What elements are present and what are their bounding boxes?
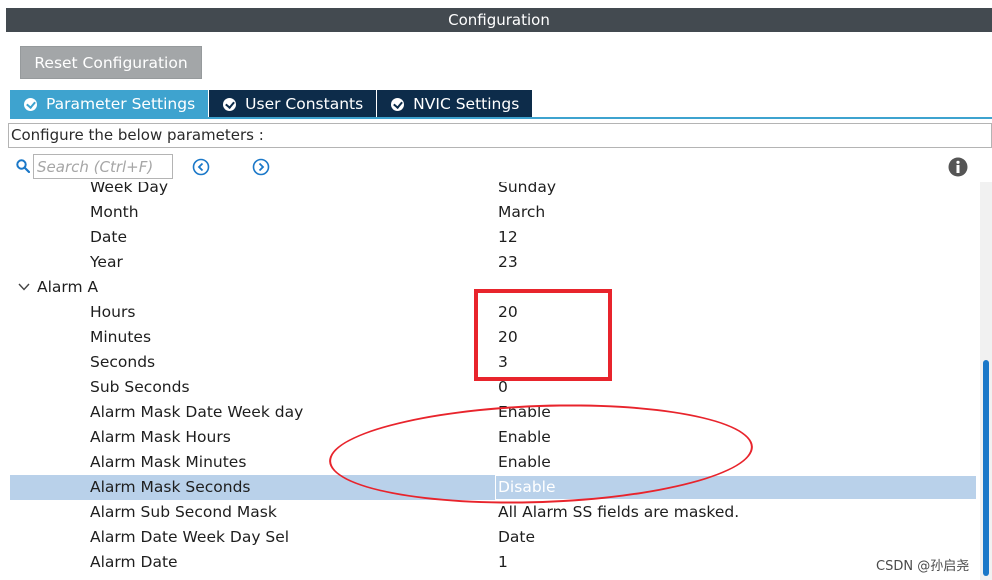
tree-row-seconds[interactable]: Seconds 3	[10, 350, 976, 375]
param-value[interactable]: Enable	[498, 425, 551, 450]
tree-row-date[interactable]: Date 12	[10, 225, 976, 250]
param-value[interactable]: Date	[498, 525, 535, 550]
tree-row-week-day[interactable]: Week Day Sunday	[10, 182, 976, 200]
tree-row-alarm-sub-second-mask[interactable]: Alarm Sub Second Mask All Alarm SS field…	[10, 500, 976, 525]
circle-arrow-left-icon[interactable]	[192, 158, 210, 176]
watermark: CSDN @孙启尧	[876, 559, 970, 574]
tree-row-month[interactable]: Month March	[10, 200, 976, 225]
tree-row-alarm-mask-hours[interactable]: Alarm Mask Hours Enable	[10, 425, 976, 450]
vertical-scrollbar[interactable]	[980, 182, 992, 580]
tab-underline	[10, 117, 992, 119]
param-name: Alarm Sub Second Mask	[90, 503, 277, 521]
tab-label: Parameter Settings	[46, 95, 196, 113]
param-value[interactable]: 23	[498, 250, 518, 275]
param-name: Seconds	[90, 353, 156, 371]
param-name: Alarm Date Week Day Sel	[90, 528, 290, 546]
reset-configuration-button[interactable]: Reset Configuration	[20, 46, 202, 79]
param-value[interactable]: 20	[498, 325, 518, 350]
tree-row-year[interactable]: Year 23	[10, 250, 976, 275]
param-name: Alarm Date	[90, 553, 178, 571]
param-value[interactable]: Sunday	[498, 182, 556, 200]
configure-hint: Configure the below parameters :	[8, 123, 992, 148]
param-name: Month	[90, 203, 139, 221]
tab-parameter-settings[interactable]: Parameter Settings	[10, 90, 210, 118]
search-input[interactable]	[33, 154, 173, 179]
param-name: Alarm Mask Seconds	[90, 478, 251, 496]
group-label: Alarm A	[37, 278, 99, 296]
circle-arrow-right-icon[interactable]	[252, 158, 270, 176]
tab-nvic-settings[interactable]: NVIC Settings	[377, 90, 534, 118]
param-value[interactable]: Enable	[498, 400, 551, 425]
param-name: Minutes	[90, 328, 152, 346]
check-circle-icon	[391, 97, 405, 111]
tree-row-alarm-mask-minutes[interactable]: Alarm Mask Minutes Enable	[10, 450, 976, 475]
chevron-down-icon[interactable]	[18, 282, 30, 292]
param-value[interactable]: 3	[498, 350, 508, 375]
top-strip	[0, 0, 992, 8]
tree-row-alarm-mask-seconds[interactable]: Alarm Mask Seconds Disable	[10, 475, 976, 500]
tree-row-hours[interactable]: Hours 20	[10, 300, 976, 325]
param-name: Alarm Mask Hours	[90, 428, 231, 446]
tab-label: NVIC Settings	[413, 95, 520, 113]
tree-row-sub-seconds[interactable]: Sub Seconds 0	[10, 375, 976, 400]
param-name: Week Day	[90, 182, 168, 196]
param-value[interactable]: 0	[498, 375, 508, 400]
tree-row-alarm-date[interactable]: Alarm Date 1	[10, 550, 976, 575]
param-value[interactable]: March	[498, 200, 545, 225]
tree-row-minutes[interactable]: Minutes 20	[10, 325, 976, 350]
tab-user-constants[interactable]: User Constants	[209, 90, 378, 118]
check-circle-icon	[223, 97, 237, 111]
search-icon[interactable]	[16, 159, 30, 173]
parameter-tree: Week Day Sunday Month March Date 12 Year…	[10, 182, 976, 580]
tab-bar: Parameter Settings User Constants NVIC S…	[10, 90, 534, 118]
param-name: Date	[90, 228, 128, 246]
param-value[interactable]: Disable	[498, 475, 556, 500]
param-name: Year	[90, 253, 123, 271]
info-icon[interactable]	[948, 157, 968, 177]
param-name: Alarm Mask Minutes	[90, 453, 247, 471]
tree-row-alarm-date-week-day-sel[interactable]: Alarm Date Week Day Sel Date	[10, 525, 976, 550]
param-name: Sub Seconds	[90, 378, 190, 396]
scrollbar-thumb[interactable]	[983, 360, 989, 576]
check-circle-icon	[24, 97, 37, 111]
value-edit-box[interactable]	[495, 475, 976, 500]
panel-title: Configuration	[6, 8, 992, 32]
param-name: Alarm Mask Date Week day	[90, 403, 304, 421]
tab-label: User Constants	[245, 95, 364, 113]
param-value[interactable]: 12	[498, 225, 518, 250]
tree-group-alarm-a[interactable]: Alarm A	[10, 275, 976, 300]
param-value[interactable]: Enable	[498, 450, 551, 475]
search-row	[14, 153, 992, 181]
param-value[interactable]: All Alarm SS fields are masked.	[498, 500, 739, 525]
tree-row-alarm-mask-date-week-day[interactable]: Alarm Mask Date Week day Enable	[10, 400, 976, 425]
param-value[interactable]: 1	[498, 550, 508, 575]
param-name: Hours	[90, 303, 136, 321]
param-value[interactable]: 20	[498, 300, 518, 325]
